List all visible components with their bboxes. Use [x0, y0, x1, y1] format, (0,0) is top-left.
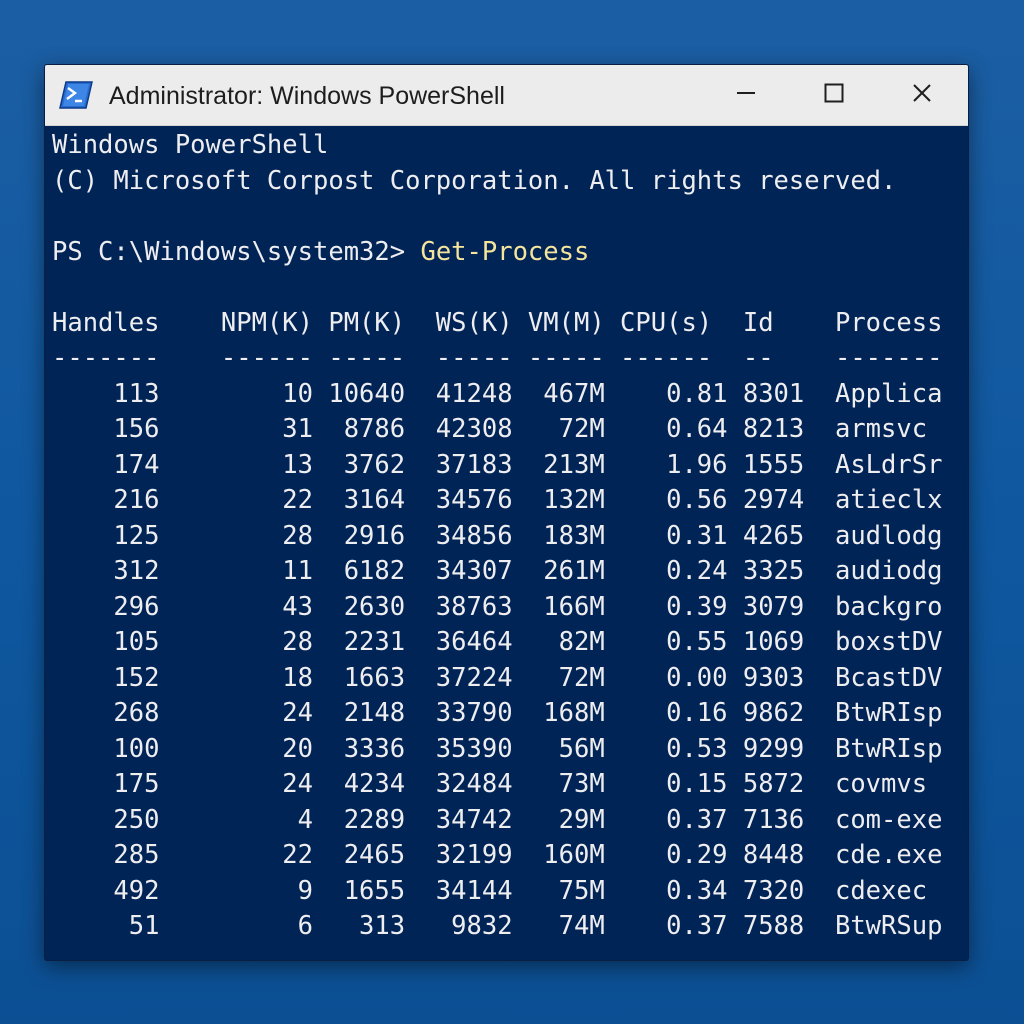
powershell-icon: [59, 80, 93, 110]
minimize-icon: [736, 83, 756, 108]
table-row: 492 9 1655 34144 75M 0.34 7320 cdexec: [52, 875, 928, 906]
table-row: 175 24 4234 32484 73M 0.15 5872 covmvs: [52, 769, 928, 799]
table-row: 156 31 8786 42308 72M 0.64 8213 armsvc: [52, 414, 928, 444]
process-table: 113 10 10640 41248 467M 0.81 8301 Applic…: [52, 377, 968, 945]
table-row: 105 28 2231 36464 82M 0.55 1069 boxstDV: [52, 627, 943, 657]
close-button[interactable]: [877, 65, 967, 125]
minimize-button[interactable]: [701, 65, 791, 125]
table-row: 152 18 1663 37224 72M 0.00 9303 BcastDV: [52, 662, 943, 693]
table-row: 216 22 3164 34576 132M 0.56 2974 atieclx: [52, 485, 943, 515]
console-output[interactable]: Windows PowerShell (C) Microsoft Corpost…: [45, 126, 968, 960]
close-icon: [912, 83, 932, 108]
table-row: 100 20 3336 35390 56M 0.53 9299 BtwRIsp: [52, 733, 943, 764]
banner-line: Windows PowerShell: [52, 130, 329, 160]
table-row: 250 4 2289 34742 29M 0.37 7136 com-exe: [52, 804, 943, 835]
powershell-window: Administrator: Windows PowerShell Window…: [44, 64, 969, 961]
prompt-line: PS C:\Windows\system32> Get-Process: [52, 235, 968, 271]
maximize-icon: [824, 83, 844, 108]
table-separator: ------- ------ ----- ----- ----- ------ …: [52, 343, 943, 373]
prompt-text: PS C:\Windows\system32>: [52, 236, 421, 267]
table-row: 296 43 2630 38763 166M 0.39 3079 backgro: [52, 591, 943, 622]
command-text: Get-Process: [420, 236, 590, 267]
table-row: 312 11 6182 34307 261M 0.24 3325 audiodg: [52, 556, 943, 586]
table-row: 268 24 2148 33790 168M 0.16 9862 BtwRIsp: [52, 698, 943, 728]
table-row: 125 28 2916 34856 183M 0.31 4265 audlodg: [52, 520, 943, 551]
window-title: Administrator: Windows PowerShell: [109, 82, 505, 110]
maximize-button[interactable]: [789, 65, 879, 125]
copyright-line: (C) Microsoft Corpost Corporation. All r…: [52, 165, 897, 196]
title-bar[interactable]: Administrator: Windows PowerShell: [45, 65, 968, 126]
table-row: 285 22 2465 32199 160M 0.29 8448 cde.exe: [52, 840, 943, 870]
table-row: 51 6 313 9832 74M 0.37 7588 BtwRSup: [52, 911, 943, 941]
table-header: Handles NPM(K) PM(K) WS(K) VM(M) CPU(s) …: [52, 307, 943, 338]
table-row: 113 10 10640 41248 467M 0.81 8301 Applic…: [52, 378, 943, 409]
table-row: 174 13 3762 37183 213M 1.96 1555 AsLdrSr: [52, 449, 943, 480]
